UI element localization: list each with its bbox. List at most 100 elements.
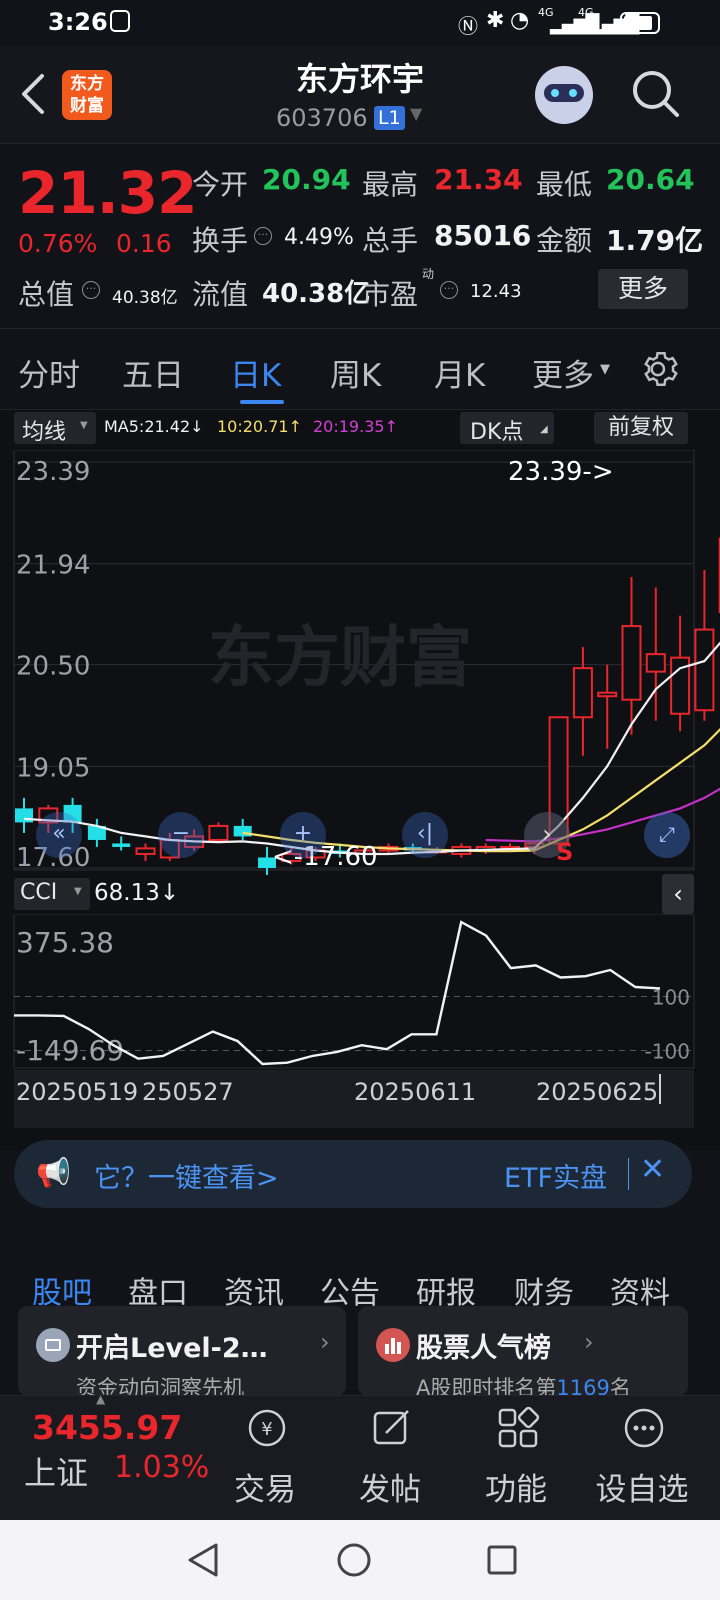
recents-nav-icon[interactable]	[486, 1544, 518, 1576]
scroll-left-icon[interactable]: «	[36, 812, 82, 858]
cci-tick-label: -149.69	[16, 1034, 124, 1067]
battery-icon	[620, 12, 660, 34]
indicator-selector[interactable]: CCI ▼	[14, 878, 90, 910]
back-nav-icon[interactable]	[186, 1542, 220, 1578]
zoom-out-icon[interactable]: −	[158, 812, 204, 858]
index-name[interactable]: 上证	[24, 1448, 88, 1494]
sell-signal-icon: S	[556, 838, 574, 866]
tab-monthly-k[interactable]: 月K	[434, 350, 485, 395]
period-tabs: 分时 五日 日K 周K 月K 更多 ▼	[0, 330, 720, 410]
step-back-icon[interactable]: ‹|	[402, 812, 448, 858]
market-cap-label: 总值	[18, 278, 75, 311]
info-icon[interactable]: ···	[440, 281, 458, 299]
trade-icon: ¥	[248, 1409, 286, 1447]
index-value[interactable]: 3455.97	[32, 1408, 182, 1447]
low-label: 最低	[536, 168, 593, 201]
collapse-icon[interactable]: ‹	[662, 874, 694, 914]
candle-body	[645, 653, 666, 673]
turnover-label: 换手	[192, 224, 249, 257]
candle-body	[135, 847, 156, 855]
cci-ref-label: -100	[645, 1040, 690, 1064]
level-badge[interactable]: L1	[374, 106, 405, 130]
chevron-right-icon: ›	[320, 1328, 330, 1356]
x-tick-label: 20250611	[354, 1078, 476, 1106]
settings-icon[interactable]	[640, 348, 682, 390]
market-cap-value: 40.38亿	[112, 288, 178, 308]
tab-more[interactable]: 更多	[532, 350, 594, 395]
popularity-card[interactable]: 股票人气榜 › A股即时排名第1169名	[358, 1306, 688, 1396]
level2-card[interactable]: 开启Level-2… › 资金动向洞察先机	[18, 1306, 346, 1396]
bottom-nav: ▲ 3455.97 上证 1.03% ¥ 交易 发帖 功能 设自选	[0, 1392, 720, 1521]
caret-down-icon[interactable]: ▼	[600, 362, 610, 377]
nav-trade[interactable]: ¥ 交易	[205, 1396, 325, 1521]
kline-chart-area: 均线 ▼ MA5:21.42↓ 10:20.71↑ 20:19.35↑ DK点 …	[0, 410, 720, 1150]
high-value: 21.34	[434, 163, 523, 196]
info-icon[interactable]: ···	[82, 281, 100, 299]
stock-name: 东方环宇	[295, 60, 424, 98]
grid-icon	[498, 1406, 540, 1448]
home-nav-icon[interactable]	[336, 1542, 372, 1578]
low-value: 20.64	[606, 163, 695, 196]
candle-body	[621, 625, 642, 701]
svg-text:¥: ¥	[261, 1419, 272, 1440]
popularity-subtitle: A股即时排名第1169名	[416, 1376, 631, 1396]
nav-add-watchlist[interactable]: 设自选	[582, 1396, 702, 1521]
pe-value: 12.43	[470, 281, 522, 302]
open-value: 20.94	[262, 163, 351, 196]
close-icon[interactable]: ✕	[640, 1152, 665, 1187]
adjust-button[interactable]: 前复权	[594, 412, 688, 444]
robot-assistant-icon[interactable]	[535, 66, 593, 124]
float-cap-label: 流值	[192, 278, 249, 311]
candle-body	[694, 628, 715, 712]
high-label: 最高	[362, 168, 419, 201]
dk-point-button[interactable]: DK点 ◢	[460, 412, 554, 445]
search-icon[interactable]	[630, 68, 682, 120]
high-annotation: 23.39->	[508, 457, 614, 487]
edit-icon	[373, 1410, 409, 1445]
volume-value: 85016	[434, 219, 532, 252]
tab-daily-k[interactable]: 日K	[230, 350, 281, 395]
more-button[interactable]: 更多	[598, 269, 688, 309]
pe-sup: 动	[422, 267, 435, 281]
cci-chart[interactable]: 100-100375.38-149.6920250519 250527 202506…	[0, 914, 720, 1134]
chevron-right-icon: ›	[584, 1328, 594, 1356]
divider	[628, 1158, 629, 1190]
promo-etf-text[interactable]: ETF实盘	[504, 1156, 607, 1195]
amount-label: 金额	[536, 224, 593, 257]
candlestick-chart[interactable]: 23.3921.9420.5019.0517.60东方财富23.39-><-17…	[0, 450, 720, 880]
ranking-icon	[376, 1328, 410, 1362]
promo-banner[interactable]: 📢 它？一键查看> ETF实盘 ✕	[14, 1140, 692, 1208]
index-change[interactable]: 1.03%	[114, 1450, 209, 1485]
ma20-value: 20:19.35↑	[313, 417, 398, 436]
ma5-value: MA5:21.42↓	[104, 417, 204, 436]
current-price: 21.32	[18, 159, 197, 227]
status-time: 3:26	[48, 8, 108, 36]
promo-text[interactable]: 它？一键查看>	[94, 1156, 279, 1195]
stock-code: 603706	[276, 104, 368, 132]
info-icon[interactable]: ···	[254, 227, 272, 245]
chevron-down-icon[interactable]: ▼	[410, 104, 422, 123]
tab-intraday[interactable]: 分时	[18, 350, 80, 395]
fullscreen-icon[interactable]: ⤢	[644, 812, 690, 858]
caret-up-icon: ▲	[96, 1392, 106, 1406]
ma10-value: 10:20.71↑	[217, 417, 302, 436]
watermark-text: 东方财富	[208, 619, 472, 696]
x-tick-label: 20250625	[536, 1078, 658, 1106]
active-tab-indicator	[240, 400, 284, 404]
x-tick-label: 250527	[142, 1078, 234, 1106]
zoom-in-icon[interactable]: +	[280, 812, 326, 858]
y-tick-label: 21.94	[16, 551, 90, 581]
cci-tick-label: 375.38	[16, 926, 114, 959]
nav-functions[interactable]: 功能	[456, 1396, 576, 1521]
nav-post[interactable]: 发帖	[330, 1396, 450, 1521]
tab-five-day[interactable]: 五日	[122, 350, 184, 395]
level2-icon	[36, 1328, 70, 1362]
candle-body	[597, 691, 618, 698]
ma-selector[interactable]: 均线 ▼	[14, 412, 96, 445]
tab-weekly-k[interactable]: 周K	[330, 350, 381, 395]
system-nav-bar	[0, 1520, 720, 1600]
status-bar: 3:26 Ⓝ ✱ ◔ 4G ▂▄▆█ 4G ▂▄▆█	[0, 0, 720, 46]
nfc-icon: Ⓝ	[458, 14, 478, 38]
hand-icon	[110, 10, 130, 32]
pe-label: 市盈	[362, 278, 419, 311]
